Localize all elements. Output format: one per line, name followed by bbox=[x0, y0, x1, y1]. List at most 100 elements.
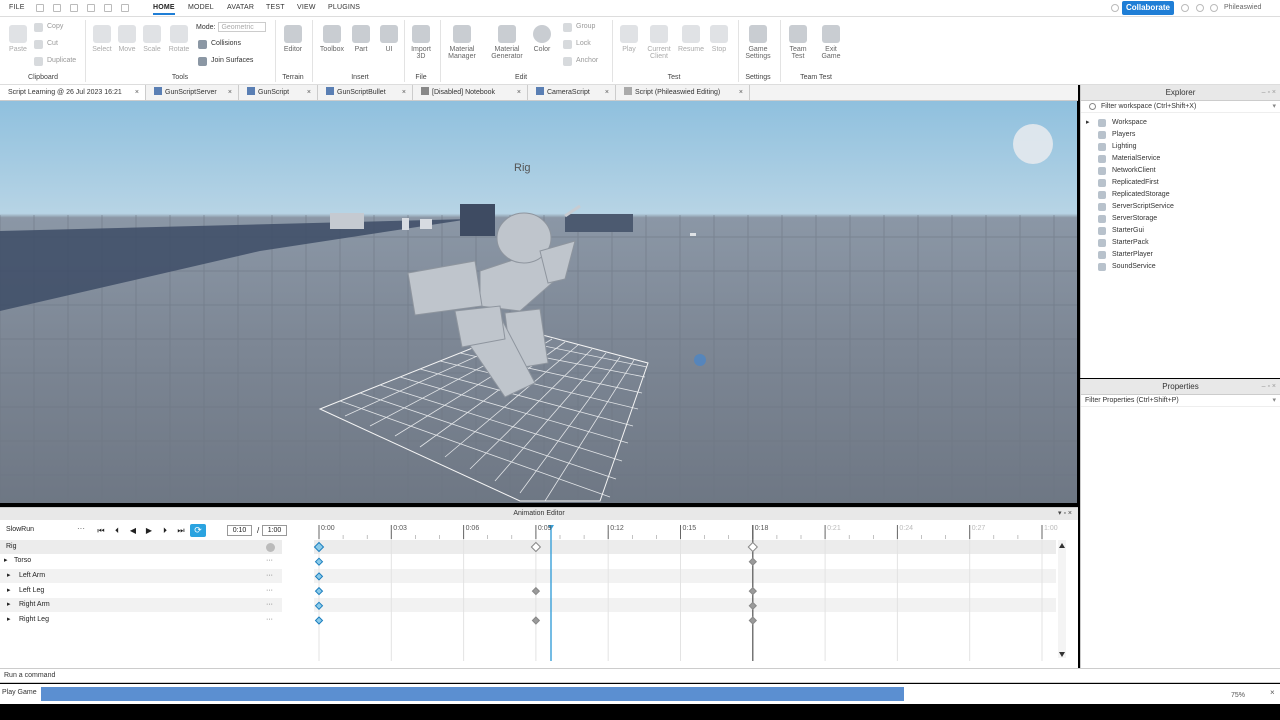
tab-script-learning[interactable]: Script Learning @ 26 Jul 2023 16:21 × bbox=[0, 85, 146, 100]
tab-gunscriptserver[interactable]: GunScriptServer × bbox=[146, 85, 239, 100]
expand-arrow-icon[interactable]: ▸ bbox=[7, 613, 11, 627]
track-right-arm[interactable]: ▸ Right Arm ··· bbox=[0, 598, 282, 612]
explorer-item-workspace[interactable]: ▸ Workspace bbox=[1081, 117, 1280, 129]
play-button[interactable]: Play bbox=[617, 25, 641, 53]
color-button[interactable]: Color bbox=[530, 25, 554, 53]
menu-view[interactable]: VIEW bbox=[297, 4, 316, 11]
track-left-arm[interactable]: ▸ Left Arm ··· bbox=[0, 569, 282, 583]
new-file-icon[interactable] bbox=[36, 4, 44, 12]
explorer-item-replicatedfirst[interactable]: ReplicatedFirst bbox=[1081, 177, 1280, 189]
panel-controls-icon[interactable]: – ▫ × bbox=[1262, 85, 1276, 101]
explorer-item-starterpack[interactable]: StarterPack bbox=[1081, 237, 1280, 249]
explorer-item-lighting[interactable]: Lighting bbox=[1081, 141, 1280, 153]
track-menu-icon[interactable]: ··· bbox=[266, 598, 273, 612]
terrain-editor-button[interactable]: Editor bbox=[280, 25, 306, 53]
move-button[interactable]: Move bbox=[115, 25, 139, 53]
track-torso[interactable]: ▸ Torso ··· bbox=[0, 554, 282, 568]
menu-home[interactable]: HOME bbox=[153, 4, 175, 15]
material-generator-button[interactable]: Material Generator bbox=[486, 25, 528, 60]
scale-button[interactable]: Scale bbox=[140, 25, 164, 53]
duplicate-button[interactable]: Duplicate bbox=[34, 57, 76, 66]
notification-icon[interactable] bbox=[1196, 4, 1204, 12]
track-menu-icon[interactable]: ··· bbox=[266, 554, 273, 568]
loop-toggle-icon[interactable]: ⟳ bbox=[190, 524, 206, 537]
tab-camerascript[interactable]: CameraScript × bbox=[528, 85, 616, 100]
open-file-icon[interactable] bbox=[53, 4, 61, 12]
close-icon[interactable]: × bbox=[307, 85, 311, 100]
close-icon[interactable]: × bbox=[228, 85, 232, 100]
copy-button[interactable]: Copy bbox=[34, 23, 63, 32]
exit-game-button[interactable]: Exit Game bbox=[818, 25, 844, 60]
join-surfaces-toggle[interactable]: Join Surfaces bbox=[198, 57, 253, 66]
explorer-item-materialservice[interactable]: MaterialService bbox=[1081, 153, 1280, 165]
username[interactable]: Phileaswied bbox=[1224, 4, 1261, 11]
redo-icon[interactable] bbox=[121, 4, 129, 12]
part-button[interactable]: Part bbox=[350, 25, 372, 53]
tab-gunscript[interactable]: GunScript × bbox=[239, 85, 318, 100]
3d-viewport[interactable]: Rig bbox=[0, 101, 1077, 503]
skip-to-end-icon[interactable]: ⏭ bbox=[175, 525, 187, 536]
track-menu-icon[interactable]: ··· bbox=[266, 584, 273, 598]
end-time-input[interactable]: 1:00 bbox=[262, 525, 287, 536]
current-time-input[interactable]: 0:10 bbox=[227, 525, 252, 536]
animation-name[interactable]: SlowRun bbox=[6, 526, 34, 533]
resume-button[interactable]: Resume bbox=[676, 25, 706, 53]
command-input[interactable]: Run a command bbox=[4, 669, 55, 683]
play-forward-icon[interactable]: ▶ bbox=[143, 525, 155, 536]
import-3d-button[interactable]: Import 3D bbox=[407, 25, 435, 60]
window-controls-icon[interactable]: ▾ ▫ × bbox=[1058, 508, 1072, 520]
team-test-button[interactable]: Team Test bbox=[785, 25, 811, 60]
rotate-button[interactable]: Rotate bbox=[166, 25, 192, 53]
close-icon[interactable]: × bbox=[605, 85, 609, 100]
expand-arrow-icon[interactable]: ▸ bbox=[7, 569, 11, 583]
explorer-item-serverscriptservice[interactable]: ServerScriptService bbox=[1081, 201, 1280, 213]
group-button[interactable]: Group bbox=[563, 23, 595, 32]
lock-button[interactable]: Lock bbox=[563, 40, 591, 49]
play-backward-icon[interactable]: ◀ bbox=[127, 525, 139, 536]
animation-menu-icon[interactable]: ··· bbox=[77, 524, 85, 533]
close-icon[interactable]: × bbox=[135, 85, 139, 100]
add-track-icon[interactable] bbox=[266, 543, 275, 552]
next-keyframe-icon[interactable]: ⏵ bbox=[159, 525, 171, 536]
menu-file[interactable]: FILE bbox=[9, 4, 25, 11]
chevron-right-icon[interactable]: ▸ bbox=[1086, 117, 1090, 129]
explorer-item-soundservice[interactable]: SoundService bbox=[1081, 261, 1280, 273]
track-left-leg[interactable]: ▸ Left Leg ··· bbox=[0, 584, 282, 598]
close-icon[interactable]: × bbox=[517, 85, 521, 100]
tab-script-editing[interactable]: Script (Phileaswied Editing) × bbox=[616, 85, 750, 100]
expand-arrow-icon[interactable]: ▸ bbox=[4, 554, 8, 568]
expand-arrow-icon[interactable]: ▸ bbox=[7, 598, 11, 612]
current-client-button[interactable]: Current Client bbox=[643, 25, 675, 60]
explorer-item-replicatedstorage[interactable]: ReplicatedStorage bbox=[1081, 189, 1280, 201]
explorer-item-networkclient[interactable]: NetworkClient bbox=[1081, 165, 1280, 177]
command-bar[interactable]: Run a command bbox=[0, 668, 1280, 683]
share-icon[interactable] bbox=[1111, 4, 1119, 12]
explorer-item-starterplayer[interactable]: StarterPlayer bbox=[1081, 249, 1280, 261]
select-button[interactable]: Select bbox=[89, 25, 115, 53]
share-link-icon[interactable] bbox=[1210, 4, 1218, 12]
material-manager-button[interactable]: Material Manager bbox=[444, 25, 480, 60]
menu-plugins[interactable]: PLUGINS bbox=[328, 4, 360, 11]
collaborate-button[interactable]: Collaborate bbox=[1122, 1, 1174, 15]
paste-button[interactable]: Paste bbox=[6, 25, 30, 53]
track-menu-icon[interactable]: ··· bbox=[266, 569, 273, 583]
close-icon[interactable]: × bbox=[739, 85, 743, 100]
chevron-down-icon[interactable]: ▾ bbox=[1272, 395, 1276, 407]
stop-button[interactable]: Stop bbox=[708, 25, 730, 53]
explorer-item-serverstorage[interactable]: ServerStorage bbox=[1081, 213, 1280, 225]
cut-button[interactable]: Cut bbox=[34, 40, 58, 49]
ui-button[interactable]: UI bbox=[378, 25, 400, 53]
collisions-toggle[interactable]: Collisions bbox=[198, 40, 241, 49]
track-rig[interactable]: Rig bbox=[0, 540, 282, 554]
chevron-down-icon[interactable]: ▾ bbox=[1272, 101, 1276, 113]
track-right-leg[interactable]: ▸ Right Leg ··· bbox=[0, 613, 282, 627]
menu-model[interactable]: MODEL bbox=[188, 4, 214, 11]
menu-test[interactable]: TEST bbox=[266, 4, 285, 11]
anchor-button[interactable]: Anchor bbox=[563, 57, 598, 66]
toolbox-button[interactable]: Toolbox bbox=[316, 25, 348, 53]
help-icon[interactable] bbox=[1181, 4, 1189, 12]
menu-avatar[interactable]: AVATAR bbox=[227, 4, 254, 11]
previous-keyframe-icon[interactable]: ⏴ bbox=[111, 525, 123, 536]
panel-controls-icon[interactable]: – ▫ × bbox=[1262, 379, 1276, 395]
explorer-filter-input[interactable]: Filter workspace (Ctrl+Shift+X) ▾ bbox=[1081, 101, 1280, 113]
